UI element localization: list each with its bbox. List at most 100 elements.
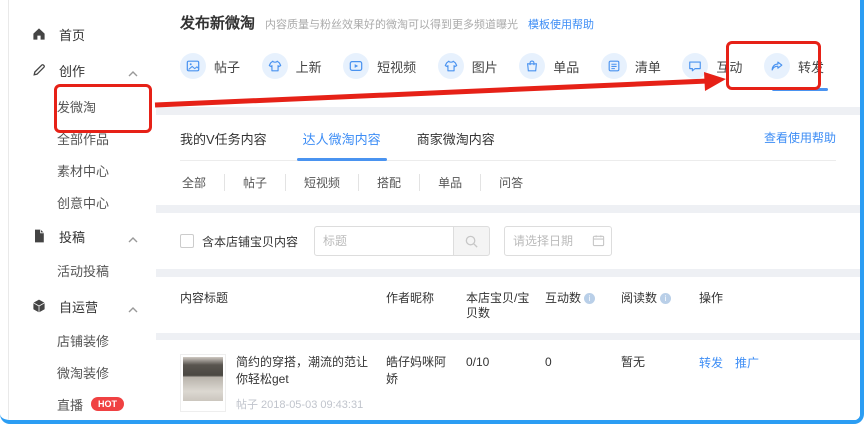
row-reads: 暂无 <box>621 354 699 371</box>
tab-merchant-weitao[interactable]: 商家微淘内容 <box>417 115 495 160</box>
search-icon <box>464 234 479 249</box>
filter-all[interactable]: 全部 <box>180 174 224 191</box>
usage-help-link[interactable]: 查看使用帮助 <box>764 129 836 146</box>
promote-action-link[interactable]: 推广 <box>735 354 759 371</box>
content-table: 内容标题 作者昵称 本店宝贝/宝贝数 互动数 i 阅读数 i 操作 简约的穿搭，… <box>156 277 860 420</box>
chevron-up-icon[interactable] <box>128 231 138 241</box>
col-actions: 操作 <box>699 291 848 306</box>
sidebar-item-label: 直播 <box>57 395 83 414</box>
sidebar-item-label: 发微淘 <box>57 97 96 116</box>
publish-type-label: 帖子 <box>214 57 240 76</box>
filter-single-item[interactable]: 单品 <box>419 174 480 191</box>
template-help-link[interactable]: 模板使用帮助 <box>528 16 594 32</box>
sidebar-item-label: 创意中心 <box>57 193 109 212</box>
publish-type-label: 清单 <box>635 57 661 76</box>
document-icon <box>31 228 47 244</box>
table-header: 内容标题 作者昵称 本店宝贝/宝贝数 互动数 i 阅读数 i 操作 <box>156 277 860 333</box>
row-author: 皓仔妈咪阿娇 <box>386 354 466 388</box>
sidebar-item-all-works[interactable]: 全部作品 <box>9 122 156 154</box>
sidebar-item-create[interactable]: 创作 <box>9 54 156 86</box>
filter-bar: 全部 帖子 短视频 搭配 单品 问答 <box>180 161 836 205</box>
sidebar-item-live[interactable]: 直播 HOT <box>9 388 156 420</box>
page-hint: 内容质量与粉丝效果好的微淘可以得到更多频道曝光 <box>265 16 518 32</box>
publish-type-interaction[interactable]: 互动 <box>682 53 742 91</box>
publish-type-label: 图片 <box>472 57 498 76</box>
col-author: 作者昵称 <box>386 291 466 306</box>
publish-type-picture[interactable]: 图片 <box>438 53 498 91</box>
sidebar-item-label: 投稿 <box>59 227 85 246</box>
publish-type-new-arrival[interactable]: 上新 <box>262 53 322 91</box>
publish-type-label: 单品 <box>553 57 579 76</box>
sidebar-item-label: 自运营 <box>59 297 98 316</box>
sidebar: 首页 创作 发微淘 全部作品 素材中心 创意中心 投稿 <box>8 0 156 420</box>
sidebar-item-label: 素材中心 <box>57 161 109 180</box>
tab-daren-weitao[interactable]: 达人微淘内容 <box>303 115 381 160</box>
publish-type-label: 上新 <box>296 57 322 76</box>
sidebar-item-self-operation[interactable]: 自运营 <box>9 290 156 322</box>
tab-my-v-tasks[interactable]: 我的V任务内容 <box>180 115 267 160</box>
search-button[interactable] <box>454 226 490 256</box>
cube-icon <box>31 298 47 314</box>
row-meta: 帖子 2018-05-03 09:43:31 <box>236 396 370 412</box>
filter-short-video[interactable]: 短视频 <box>285 174 358 191</box>
row-title[interactable]: 简约的穿搭，潮流的范让你轻松get <box>236 354 370 388</box>
date-picker-input[interactable] <box>504 226 612 256</box>
sidebar-item-fa-weitao[interactable]: 发微淘 <box>9 90 156 122</box>
sidebar-item-interaction-center[interactable]: 互动中心 <box>9 420 156 424</box>
sidebar-item-weitao-decoration[interactable]: 微淘装修 <box>9 356 156 388</box>
filter-post[interactable]: 帖子 <box>224 174 285 191</box>
chevron-up-icon[interactable] <box>128 301 138 311</box>
publish-type-label: 转发 <box>798 57 824 76</box>
shirt-icon <box>262 53 288 79</box>
title-search-input[interactable] <box>314 226 454 256</box>
publish-type-bar: 帖子 上新 短视频 图片 <box>180 53 836 91</box>
forward-action-link[interactable]: 转发 <box>699 354 723 371</box>
sidebar-item-creative-center[interactable]: 创意中心 <box>9 186 156 218</box>
chevron-up-icon[interactable] <box>128 65 138 75</box>
info-icon[interactable]: i <box>660 293 671 304</box>
sidebar-item-label: 创作 <box>59 61 85 80</box>
main-content: 发布新微淘 内容质量与粉丝效果好的微淘可以得到更多频道曝光 模板使用帮助 帖子 … <box>156 0 860 420</box>
col-reads: 阅读数 i <box>621 291 699 306</box>
publish-type-forward[interactable]: 转发 <box>764 53 824 91</box>
row-thumbnail[interactable] <box>180 354 226 412</box>
include-shop-items-checkbox[interactable] <box>180 234 194 248</box>
sidebar-item-label: 活动投稿 <box>57 261 109 280</box>
table-row: 简约的穿搭，潮流的范让你轻松get 帖子 2018-05-03 09:43:31… <box>156 340 860 420</box>
row-interactions: 0 <box>545 354 621 371</box>
sidebar-item-label: 首页 <box>59 25 85 44</box>
filter-outfit[interactable]: 搭配 <box>358 174 419 191</box>
publish-type-label: 短视频 <box>377 57 416 76</box>
page-title: 发布新微淘 <box>180 12 255 33</box>
filter-qa[interactable]: 问答 <box>480 174 541 191</box>
publish-card: 发布新微淘 内容质量与粉丝效果好的微淘可以得到更多频道曝光 模板使用帮助 帖子 … <box>156 0 860 107</box>
info-icon[interactable]: i <box>584 293 595 304</box>
checkbox-label: 含本店铺宝贝内容 <box>202 233 298 250</box>
col-interactions: 互动数 i <box>545 291 621 306</box>
col-shop-items: 本店宝贝/宝贝数 <box>466 291 545 321</box>
sidebar-item-label: 全部作品 <box>57 129 109 148</box>
publish-type-single-item[interactable]: 单品 <box>519 53 579 91</box>
picture-icon <box>438 53 464 79</box>
search-card: 含本店铺宝贝内容 <box>156 213 860 269</box>
sidebar-item-label: 店铺装修 <box>57 331 109 350</box>
list-icon <box>601 53 627 79</box>
pencil-icon <box>31 62 47 78</box>
sidebar-item-home[interactable]: 首页 <box>9 18 156 50</box>
publish-type-post[interactable]: 帖子 <box>180 53 240 91</box>
chat-icon <box>682 53 708 79</box>
post-icon <box>180 53 206 79</box>
bag-icon <box>519 53 545 79</box>
publish-type-short-video[interactable]: 短视频 <box>343 53 416 91</box>
sidebar-item-submission[interactable]: 投稿 <box>9 220 156 252</box>
app-window: 首页 创作 发微淘 全部作品 素材中心 创意中心 投稿 <box>0 0 864 424</box>
sidebar-item-shop-decoration[interactable]: 店铺装修 <box>9 324 156 356</box>
sidebar-item-material-center[interactable]: 素材中心 <box>9 154 156 186</box>
sidebar-item-activity-submission[interactable]: 活动投稿 <box>9 254 156 286</box>
col-content-title: 内容标题 <box>180 291 386 306</box>
publish-type-list[interactable]: 清单 <box>601 53 661 91</box>
content-tabs-card: 我的V任务内容 达人微淘内容 商家微淘内容 查看使用帮助 全部 帖子 短视频 搭… <box>156 115 860 205</box>
publish-type-label: 互动 <box>716 57 742 76</box>
video-icon <box>343 53 369 79</box>
home-icon <box>31 26 47 42</box>
